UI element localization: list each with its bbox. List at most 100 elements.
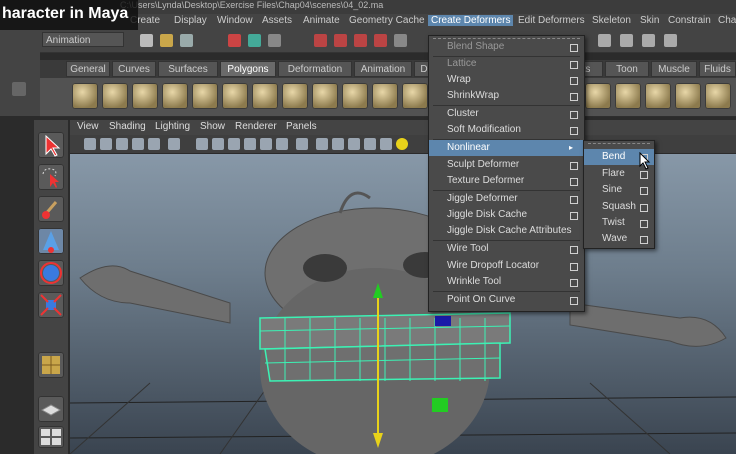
flare-option-box[interactable] <box>640 171 648 179</box>
move-tool-icon[interactable] <box>38 228 64 254</box>
lasso-tool-icon[interactable] <box>38 164 64 190</box>
menu-item-wire-dropoff-locator[interactable]: Wire Dropoff Locator <box>429 258 584 274</box>
split-polygon-icon[interactable] <box>675 83 701 109</box>
poly-sphere-icon[interactable] <box>72 83 98 109</box>
poly-pyramid-icon[interactable] <box>252 83 278 109</box>
squash-option-box[interactable] <box>640 204 648 212</box>
shelf-tab-fluids[interactable]: Fluids <box>699 61 736 77</box>
bookmark-icon[interactable] <box>116 138 128 150</box>
separate-icon[interactable] <box>372 83 398 109</box>
menu-skin[interactable]: Skin <box>640 15 659 26</box>
shelf-tab-surfaces[interactable]: Surfaces <box>158 61 218 77</box>
default-light-icon[interactable] <box>396 138 408 150</box>
select-tool-icon[interactable] <box>38 132 64 158</box>
poly-torus-icon[interactable] <box>222 83 248 109</box>
menu-geometry-cache[interactable]: Geometry Cache <box>349 15 425 26</box>
menu-animate[interactable]: Animate <box>303 15 340 26</box>
paint-select-tool-icon[interactable] <box>38 196 64 222</box>
grid-toggle-icon[interactable] <box>148 138 160 150</box>
soft-modification-option-box[interactable] <box>570 127 578 135</box>
blend-shape-option-box[interactable] <box>570 44 578 52</box>
wire-dropoff-locator-option-box[interactable] <box>570 263 578 271</box>
select-object-icon[interactable] <box>248 34 261 47</box>
tear-off-bar[interactable] <box>588 143 650 146</box>
wave-option-box[interactable] <box>640 236 648 244</box>
menu-item-jiggle-deformer[interactable]: Jiggle Deformer <box>429 191 584 207</box>
shelf-tab-deformation[interactable]: Deformation <box>278 61 352 77</box>
shelf-tab-polygons[interactable]: Polygons <box>220 61 276 77</box>
textured-icon[interactable] <box>228 138 240 150</box>
sculpt-tool-icon[interactable] <box>38 352 64 378</box>
render-settings-icon[interactable] <box>664 34 677 47</box>
poly-cone-icon[interactable] <box>162 83 188 109</box>
panel-menu-panels[interactable]: Panels <box>286 121 317 132</box>
smooth-shade-icon[interactable] <box>212 138 224 150</box>
panel-menu-view[interactable]: View <box>77 121 99 132</box>
menu-item-jiggle-disk-cache[interactable]: Jiggle Disk Cache <box>429 207 584 223</box>
menu-skeleton[interactable]: Skeleton <box>592 15 631 26</box>
menu-item-cluster[interactable]: Cluster <box>429 106 584 122</box>
motion-blur-icon[interactable] <box>364 138 376 150</box>
extrude-icon[interactable] <box>585 83 611 109</box>
menu-item-blend-shape[interactable]: Blend Shape <box>429 39 584 55</box>
texture-deformer-option-box[interactable] <box>570 178 578 186</box>
menu-display[interactable]: Display <box>174 15 207 26</box>
wrap-option-box[interactable] <box>570 77 578 85</box>
rotate-tool-icon[interactable] <box>38 260 64 286</box>
camera-attributes-icon[interactable] <box>100 138 112 150</box>
camera-select-icon[interactable] <box>84 138 96 150</box>
layout-single-icon[interactable] <box>38 396 64 422</box>
ambient-occlusion-icon[interactable] <box>348 138 360 150</box>
shelf-tab-general[interactable]: General <box>66 61 110 77</box>
menu-item-jiggle-disk-cache-attributes[interactable]: Jiggle Disk Cache Attributes <box>429 223 584 239</box>
menu-window[interactable]: Window <box>217 15 253 26</box>
anti-alias-icon[interactable] <box>380 138 392 150</box>
layout-four-icon[interactable] <box>38 426 64 448</box>
append-polygon-icon[interactable] <box>645 83 671 109</box>
menu-item-texture-deformer[interactable]: Texture Deformer <box>429 173 584 189</box>
wrinkle-tool-option-box[interactable] <box>570 279 578 287</box>
sine-option-box[interactable] <box>640 187 648 195</box>
menu-edit-deformers[interactable]: Edit Deformers <box>518 15 585 26</box>
image-plane-icon[interactable] <box>132 138 144 150</box>
poly-cylinder-icon[interactable] <box>132 83 158 109</box>
save-scene-icon[interactable] <box>180 34 193 47</box>
menu-item-nonlinear[interactable]: Nonlinear <box>429 140 584 156</box>
scale-tool-icon[interactable] <box>38 292 64 318</box>
panel-menu-lighting[interactable]: Lighting <box>155 121 190 132</box>
isolate-select-icon[interactable] <box>296 138 308 150</box>
menu-item-soft-modification[interactable]: Soft Modification <box>429 122 584 138</box>
render-current-icon[interactable] <box>620 34 633 47</box>
ipr-render-icon[interactable] <box>642 34 655 47</box>
extract-icon[interactable] <box>402 83 428 109</box>
jiggle-disk-cache-option-box[interactable] <box>570 212 578 220</box>
snap-curve-icon[interactable] <box>334 34 347 47</box>
snap-grid-icon[interactable] <box>314 34 327 47</box>
menu-item-wrinkle-tool[interactable]: Wrinkle Tool <box>429 274 584 290</box>
shelf-tab-animation[interactable]: Animation <box>354 61 412 77</box>
point-on-curve-option-box[interactable] <box>570 297 578 305</box>
make-live-icon[interactable] <box>394 34 407 47</box>
cluster-option-box[interactable] <box>570 111 578 119</box>
open-scene-icon[interactable] <box>160 34 173 47</box>
menu-item-lattice[interactable]: Lattice <box>429 56 584 72</box>
menu-item-point-on-curve[interactable]: Point On Curve <box>429 292 584 308</box>
poly-pipe-icon[interactable] <box>282 83 308 109</box>
lights-icon[interactable] <box>244 138 256 150</box>
twist-option-box[interactable] <box>640 220 648 228</box>
bridge-icon[interactable] <box>615 83 641 109</box>
menu-character[interactable]: Cha <box>718 15 736 26</box>
panel-menu-shading[interactable]: Shading <box>109 121 146 132</box>
menu-constrain[interactable]: Constrain <box>668 15 711 26</box>
menu-assets[interactable]: Assets <box>262 15 292 26</box>
xray-icon[interactable] <box>276 138 288 150</box>
menu-create-deformers[interactable]: Create Deformers <box>428 15 514 26</box>
panel-menu-renderer[interactable]: Renderer <box>235 121 277 132</box>
insert-edge-loop-icon[interactable] <box>705 83 731 109</box>
menu-item-wire-tool[interactable]: Wire Tool <box>429 241 584 257</box>
shelf-tab-muscle[interactable]: Muscle <box>651 61 697 77</box>
shadows-icon[interactable] <box>260 138 272 150</box>
wire-tool-option-box[interactable] <box>570 246 578 254</box>
combine-icon[interactable] <box>342 83 368 109</box>
menu-item-sculpt-deformer[interactable]: Sculpt Deformer <box>429 157 584 173</box>
